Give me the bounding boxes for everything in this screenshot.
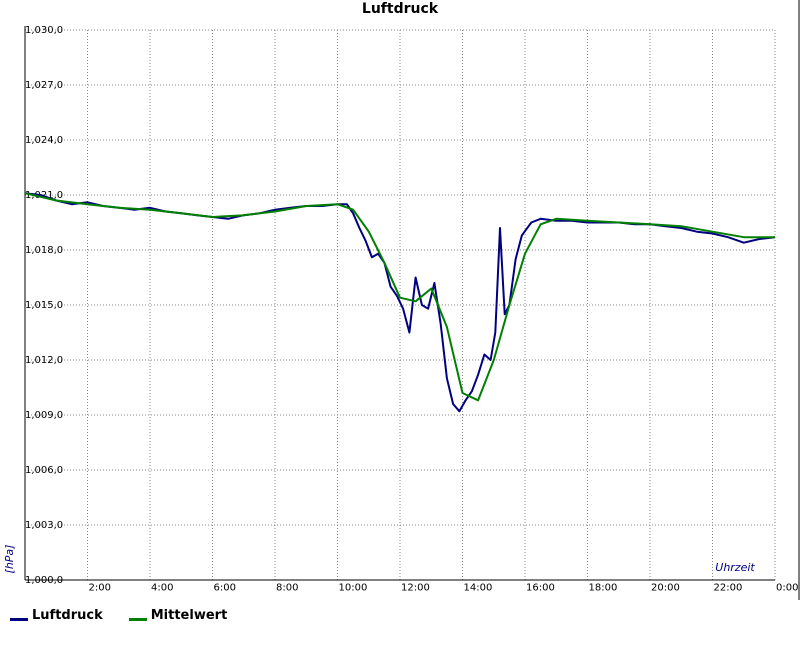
y-tick-label: 1,003,0 [25,520,63,531]
y-tick-label: 1,030,0 [25,25,63,36]
y-axis-ticks: 1,000,0 1,003,0 1,006,0 1,009,0 1,012,0 1,015… [25,25,63,586]
chart-title: Luftdruck [362,1,439,17]
x-tick-label: 18:00 [589,582,618,593]
x-axis-label: Uhrzeit [715,561,755,574]
x-axis-ticks: 2:00 4:00 6:00 8:00 10:00 12:00 14:00 16:00 18:0… [89,582,799,593]
x-tick-label: 12:00 [401,582,430,593]
x-tick-label: 16:00 [526,582,555,593]
legend-item-mittelwert: Mittelwert [128,608,228,623]
y-tick-label: 1,000,0 [25,575,63,586]
y-tick-label: 1,012,0 [25,355,63,366]
x-tick-label: 20:00 [651,582,680,593]
x-tick-label: 8:00 [276,582,298,593]
x-tick-label: 14:00 [464,582,493,593]
y-tick-label: 1,015,0 [25,300,63,311]
legend-label-mittelwert: Mittelwert [150,608,228,623]
legend-item-luftdruck: Luftdruck [10,608,103,623]
x-tick-label: 0:00 [776,582,798,593]
x-tick-label: 2:00 [89,582,111,593]
x-tick-label: 10:00 [339,582,368,593]
y-axis-label: [hPa] [3,545,16,574]
legend-swatch-mittelwert [128,618,147,621]
x-tick-label: 22:00 [714,582,743,593]
y-tick-label: 1,006,0 [25,465,63,476]
y-tick-label: 1,027,0 [25,80,63,91]
y-tick-label: 1,024,0 [25,135,63,146]
x-tick-label: 4:00 [151,582,173,593]
legend: Luftdruck Mittelwert [10,608,227,623]
legend-swatch-luftdruck [10,618,28,621]
chart-svg: Luftdruck 1,000,01,003,01,006,01,009,01,… [3,0,800,600]
y-tick-label: 1,009,0 [25,410,63,421]
x-tick-label: 6:00 [214,582,236,593]
legend-label-luftdruck: Luftdruck [32,608,103,623]
y-tick-label: 1,018,0 [25,245,63,256]
